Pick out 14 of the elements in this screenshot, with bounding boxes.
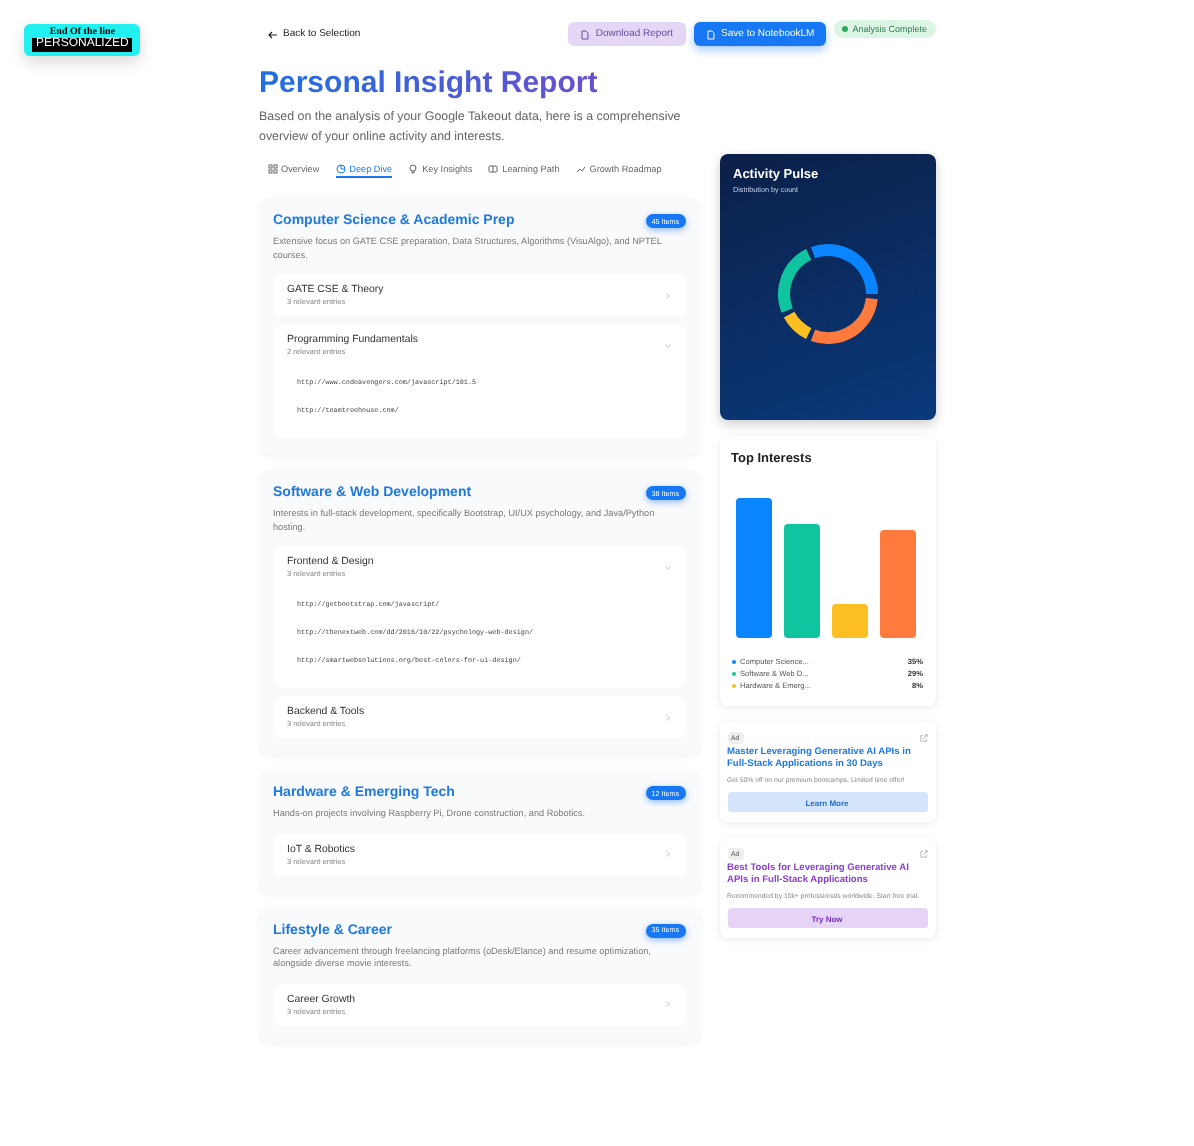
lightbulb-icon	[408, 164, 419, 174]
arrow-left-icon	[267, 29, 277, 39]
trend-icon	[575, 164, 586, 174]
pie-chart-icon	[335, 164, 346, 174]
status-dot-icon	[842, 26, 849, 32]
external-link-icon[interactable]	[919, 734, 927, 742]
chevron-icon	[663, 341, 671, 349]
document-icon	[705, 29, 716, 39]
document-icon	[579, 29, 590, 39]
book-icon	[488, 164, 499, 174]
grid-icon	[267, 164, 277, 174]
chevron-icon	[663, 563, 671, 571]
page-title: Personal Insight Report	[259, 66, 598, 100]
external-link-icon[interactable]	[919, 850, 927, 858]
